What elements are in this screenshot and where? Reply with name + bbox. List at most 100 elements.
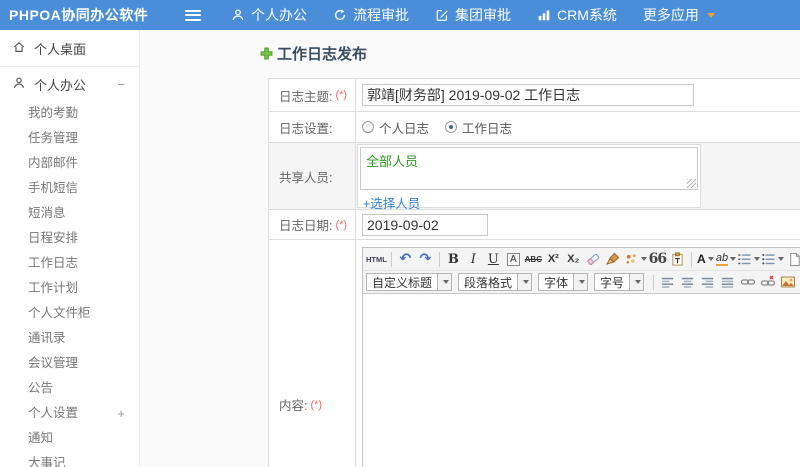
- sidebar-item-work-plan[interactable]: 工作计划: [0, 276, 139, 301]
- share-label: 共享人员:: [269, 143, 356, 209]
- app-window: PHPOA协同办公软件 个人办公 流程审批 集团审批 CRM系统 更多应用 个人…: [0, 0, 800, 467]
- editor-italic-button[interactable]: I: [464, 250, 483, 269]
- editor-align-center-button[interactable]: [678, 273, 697, 292]
- editor-toolbar-row1: HTML ↶ ↷ B I U A ABC X² X₂ 66 A ab: [363, 248, 800, 271]
- editor-font-size-select[interactable]: 字号: [594, 273, 645, 291]
- editor-align-justify-button[interactable]: [718, 273, 737, 292]
- main-content: 工作日志发布 日志主题: (*) 日志设置:: [141, 30, 800, 467]
- sidebar-item-sms[interactable]: 手机短信: [0, 176, 139, 201]
- nav-more-apps[interactable]: 更多应用: [643, 5, 715, 25]
- sidebar-item-short-message[interactable]: 短消息: [0, 201, 139, 226]
- editor-unordered-list-button[interactable]: [761, 250, 785, 269]
- radio-unchecked-icon[interactable]: [362, 121, 374, 133]
- sidebar-item-contacts[interactable]: 通讯录: [0, 326, 139, 351]
- field-label: 共享人员:: [279, 170, 333, 185]
- editor-format-brush-button[interactable]: [604, 250, 623, 269]
- editor-char-border-button[interactable]: A: [504, 250, 523, 269]
- required-marker: (*): [335, 89, 348, 101]
- form-row-log-setting: 日志设置: 个人日志 工作日志: [269, 112, 800, 143]
- editor-superscript-button[interactable]: X²: [544, 250, 563, 269]
- editor-paste-text-button[interactable]: [668, 250, 687, 269]
- align-left-icon: [660, 275, 675, 290]
- sidebar-group-personal-office[interactable]: 个人办公 −: [0, 67, 139, 101]
- editor-auto-typeset-button[interactable]: [624, 250, 647, 269]
- collapse-icon[interactable]: −: [117, 77, 125, 92]
- resize-handle-icon[interactable]: [687, 179, 696, 188]
- align-justify-icon: [720, 275, 735, 290]
- sidebar-item-schedule[interactable]: 日程安排: [0, 226, 139, 251]
- ordered-list-icon: [737, 252, 752, 267]
- brush-icon: [605, 251, 621, 267]
- sidebar-item-notice[interactable]: 通知: [0, 426, 139, 451]
- sidebar-item-announcement[interactable]: 公告: [0, 376, 139, 401]
- field-label: 日志日期:: [279, 219, 333, 233]
- editor-redo-button[interactable]: ↷: [416, 250, 435, 269]
- sidebar-item-my-attendance[interactable]: 我的考勤: [0, 101, 139, 126]
- sidebar-item-personal-settings[interactable]: 个人设置 +: [0, 401, 139, 426]
- editor-subscript-button[interactable]: X₂: [564, 250, 583, 269]
- radio-option-work-log[interactable]: 工作日志: [445, 118, 512, 137]
- date-input[interactable]: [362, 213, 488, 236]
- editor-new-page-button[interactable]: [785, 250, 800, 269]
- unlink-icon: [760, 274, 776, 290]
- nav-group-approval[interactable]: 集团审批: [435, 5, 511, 25]
- sidebar-item-desktop[interactable]: 个人桌面: [0, 30, 139, 66]
- nav-label: 更多应用: [642, 7, 699, 23]
- editor-blockquote-button[interactable]: 66: [648, 250, 667, 269]
- editor-font-color-button[interactable]: A: [696, 250, 715, 269]
- editor-undo-button[interactable]: ↶: [396, 250, 415, 269]
- editor-heading-select[interactable]: 自定义标题: [366, 273, 453, 291]
- sidebar-item-internal-mail[interactable]: 内部邮件: [0, 151, 139, 176]
- share-members-textarea[interactable]: 全部人员: [360, 147, 698, 190]
- radio-option-personal-log[interactable]: 个人日志: [362, 118, 429, 137]
- highlight-icon: ab: [715, 252, 729, 266]
- expand-icon[interactable]: +: [117, 401, 125, 426]
- editor-underline-button[interactable]: U: [484, 250, 503, 269]
- caret-down-icon: [640, 257, 647, 261]
- dropdown-caret[interactable]: [573, 274, 588, 290]
- sidebar-item-major-events[interactable]: 大事记: [0, 451, 139, 467]
- editor-insert-link-button[interactable]: [738, 273, 757, 292]
- editor-insert-image-button[interactable]: [778, 273, 797, 292]
- caret-down-icon: [442, 280, 449, 284]
- nav-workflow-approval[interactable]: 流程审批: [333, 5, 409, 25]
- subject-input[interactable]: [362, 84, 694, 106]
- subject-label: 日志主题: (*): [269, 79, 356, 111]
- dropdown-caret[interactable]: [517, 274, 532, 290]
- sidebar-item-task-management[interactable]: 任务管理: [0, 126, 139, 151]
- editor-ordered-list-button[interactable]: [737, 250, 761, 269]
- dropdown-caret[interactable]: [629, 274, 644, 290]
- sidebar-item-work-log[interactable]: 工作日志: [0, 251, 139, 276]
- menu-toggle-icon[interactable]: [185, 9, 201, 21]
- form-row-content: 内容: (*) HTML ↶ ↷ B I U A ABC X² X₂ 66 A …: [269, 240, 800, 467]
- caret-down-icon: [578, 280, 585, 284]
- editor-remove-link-button[interactable]: [758, 273, 777, 292]
- editor-content-area[interactable]: [363, 294, 800, 467]
- share-members-panel: 全部人员 +选择人员: [357, 144, 701, 211]
- radio-checked-icon[interactable]: [445, 121, 458, 133]
- editor-strikethrough-button[interactable]: ABC: [524, 250, 543, 269]
- nav-label: 个人办公: [251, 7, 307, 23]
- nav-personal-office[interactable]: 个人办公: [231, 5, 307, 25]
- font-color-icon: A: [696, 252, 706, 266]
- editor-remove-format-button[interactable]: [584, 250, 603, 269]
- editor-highlight-color-button[interactable]: ab: [715, 250, 737, 269]
- align-center-icon: [680, 275, 695, 290]
- nav-label: 流程审批: [353, 7, 409, 23]
- sidebar-item-personal-files[interactable]: 个人文件柜: [0, 301, 139, 326]
- editor-bold-button[interactable]: B: [444, 250, 463, 269]
- char-border-icon: A: [506, 252, 520, 266]
- editor-source-button[interactable]: HTML: [366, 250, 387, 269]
- content-label: 内容: (*): [269, 240, 356, 467]
- editor-align-left-button[interactable]: [658, 273, 677, 292]
- sidebar-item-meeting-management[interactable]: 会议管理: [0, 351, 139, 376]
- editor-align-right-button[interactable]: [698, 273, 717, 292]
- divider: [690, 251, 692, 267]
- nav-crm-system[interactable]: CRM系统: [537, 5, 617, 25]
- dropdown-caret[interactable]: [437, 274, 452, 290]
- editor-paragraph-format-select[interactable]: 段落格式: [458, 273, 533, 291]
- bar-chart-icon: [537, 8, 551, 22]
- unordered-list-icon: [761, 252, 776, 267]
- editor-font-family-select[interactable]: 字体: [538, 273, 589, 291]
- paste-text-icon: [670, 251, 685, 267]
